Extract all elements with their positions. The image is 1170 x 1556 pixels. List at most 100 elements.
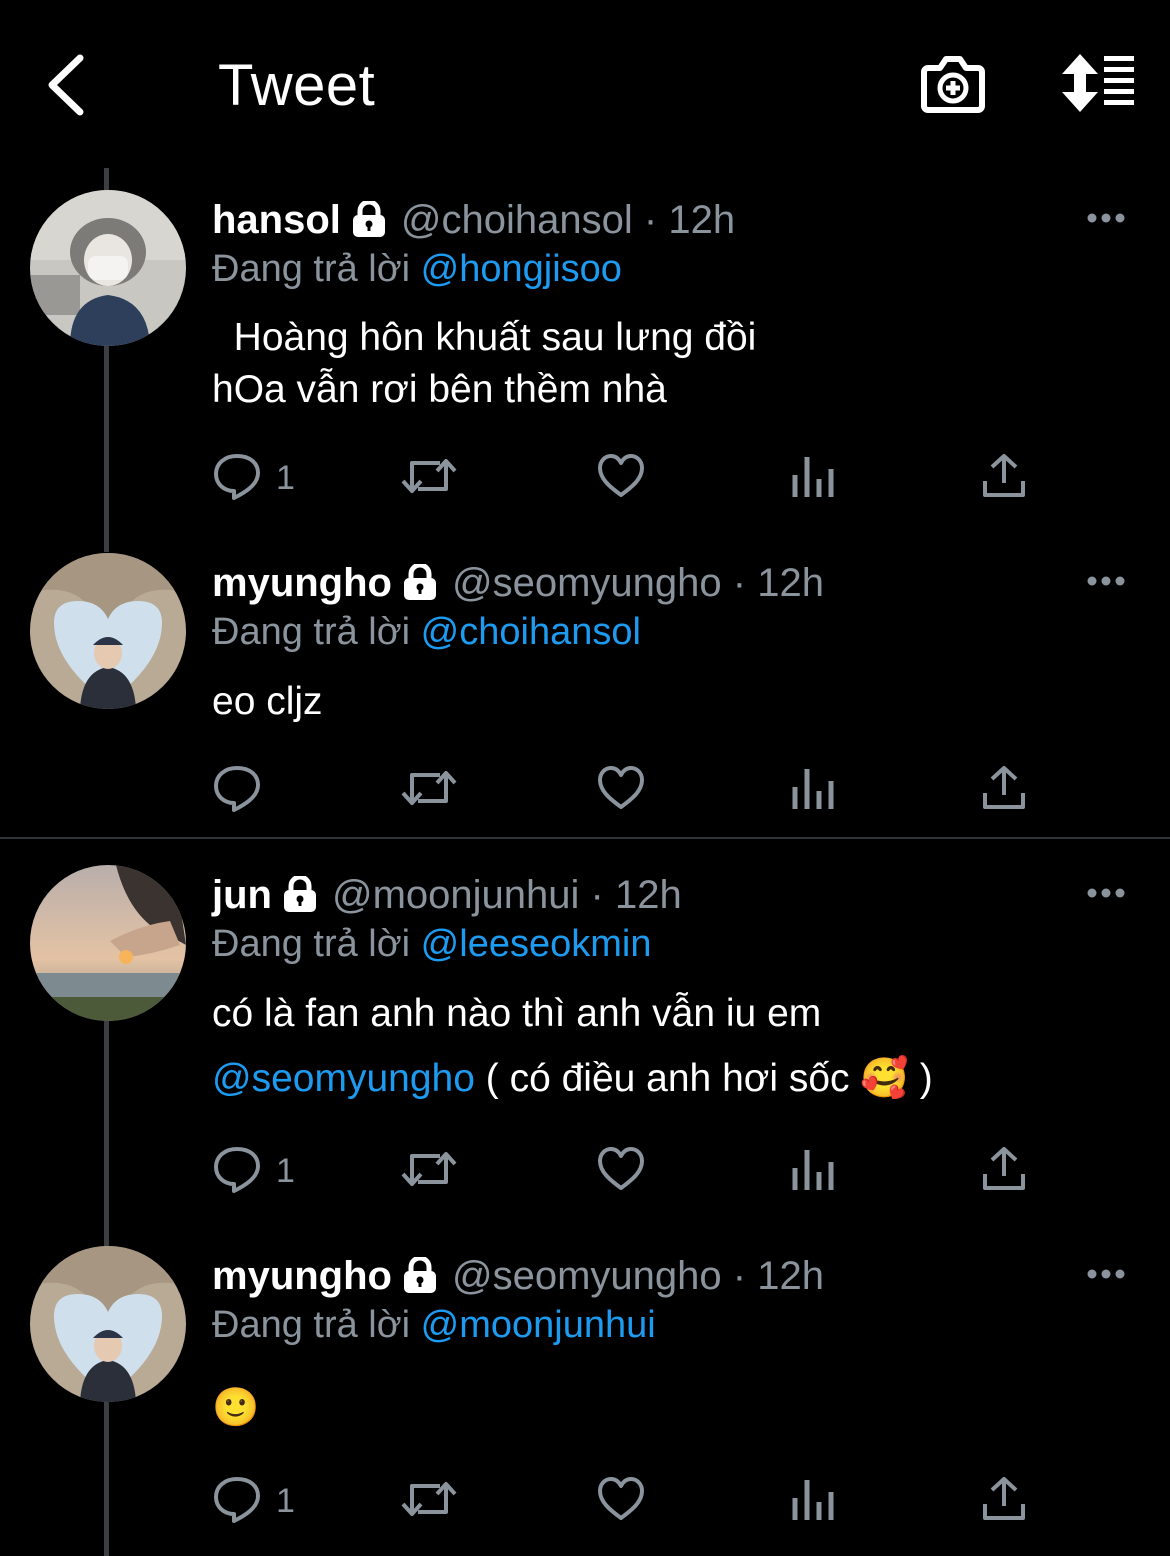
timestamp: · 12h [732,561,824,605]
analytics-icon [790,451,836,506]
retweet-button[interactable] [400,762,458,818]
analytics-button[interactable] [790,450,836,506]
tweet-text-fragment: ( có điều anh hơi sốc [474,1057,861,1100]
display-name[interactable]: myungho [212,1254,392,1298]
share-button[interactable] [980,450,1028,506]
tweet-text-line: có là fan anh nào thì anh vẫn iu em [212,992,822,1035]
tweet-text: eo cljz [212,680,323,723]
share-button[interactable] [980,1143,1028,1199]
timestamp: · 12h [643,198,736,242]
reply-icon [212,1144,262,1199]
share-icon [980,763,1028,818]
reply-button[interactable]: 1 [212,450,295,506]
like-button[interactable] [596,450,646,506]
avatar[interactable] [30,1246,186,1402]
share-icon [980,451,1028,506]
reply-button[interactable] [212,762,276,818]
display-name[interactable]: jun [212,873,272,917]
tweet-text: Hoàng hôn khuất sau lưng đồi hOa vẫn rơi … [212,312,756,416]
camera-add-icon[interactable] [920,52,986,114]
action-bar: 1 [212,450,1052,506]
more-icon[interactable] [1086,1267,1126,1279]
retweet-icon [400,451,458,506]
like-button[interactable] [596,1143,646,1199]
tweet-text-line: Hoàng hôn khuất sau lưng đồi [212,316,757,359]
action-bar [212,762,1052,818]
reply-mention[interactable]: @moonjunhui [421,1304,656,1346]
more-icon[interactable] [1086,886,1126,898]
thread-line [104,1402,109,1556]
reply-prefix: Đang trả lời [212,923,411,965]
more-icon[interactable] [1086,211,1126,223]
reply-count: 1 [276,1151,295,1190]
analytics-button[interactable] [790,762,836,818]
display-name[interactable]: myungho [212,561,392,605]
retweet-icon [400,1144,458,1199]
more-icon[interactable] [1086,574,1126,586]
share-button[interactable] [980,762,1028,818]
reply-button[interactable]: 1 [212,1473,295,1529]
reply-icon [212,763,262,818]
emoji: 🙂 [212,1387,260,1429]
reply-mention[interactable]: @choihansol [421,611,641,653]
like-button[interactable] [596,762,646,818]
user-handle[interactable]: @moonjunhui [332,873,579,917]
retweet-icon [400,763,458,818]
retweet-button[interactable] [400,1143,458,1199]
like-icon [596,1474,646,1529]
tweet-text-line: @seomyungho ( có điều anh hơi sốc 🥰 ) [212,1053,933,1105]
page-title: Tweet [218,53,376,118]
thread-line [104,1021,109,1247]
like-icon [596,1144,646,1199]
action-bar: 1 [212,1473,1052,1529]
avatar[interactable] [30,190,186,346]
top-bar: Tweet [0,0,1170,170]
reply-prefix: Đang trả lời [212,1304,411,1346]
like-icon [596,451,646,506]
tweet-text-line: hOa vẫn rơi bên thềm nhà [212,368,667,411]
tweet-text-fragment: ) [908,1057,933,1100]
thread-line [104,346,109,552]
lock-icon [349,199,389,248]
user-handle[interactable]: @choihansol [401,198,633,242]
analytics-button[interactable] [790,1473,836,1529]
like-icon [596,763,646,818]
reply-icon [212,451,262,506]
emoji: 🥰 [860,1057,909,1100]
display-name[interactable]: hansol [212,198,341,242]
analytics-icon [790,1144,836,1199]
analytics-icon [790,1474,836,1529]
reply-count: 1 [276,458,295,497]
lock-icon [400,1255,440,1304]
back-icon[interactable] [40,50,100,120]
lock-icon [280,874,320,923]
reply-prefix: Đang trả lời [212,248,411,290]
retweet-button[interactable] [400,450,458,506]
user-handle[interactable]: @seomyungho [452,1254,722,1298]
retweet-icon [400,1474,458,1529]
user-handle[interactable]: @seomyungho [452,561,722,605]
divider [0,837,1170,839]
reply-count: 1 [276,1481,295,1520]
analytics-icon [790,763,836,818]
lock-icon [400,562,440,611]
reply-mention[interactable]: @leeseokmin [421,923,652,965]
timestamp: · 12h [590,873,682,917]
share-icon [980,1144,1028,1199]
avatar[interactable] [30,865,186,1021]
reply-prefix: Đang trả lời [212,611,411,653]
reply-mention[interactable]: @hongjisoo [421,248,622,290]
text-mention[interactable]: @seomyungho [212,1057,475,1100]
timestamp: · 12h [732,1254,824,1298]
share-icon [980,1474,1028,1529]
action-bar: 1 [212,1143,1052,1199]
analytics-button[interactable] [790,1143,836,1199]
avatar[interactable] [30,553,186,709]
thread-line [104,168,109,190]
retweet-button[interactable] [400,1473,458,1529]
reply-button[interactable]: 1 [212,1143,295,1199]
sort-icon[interactable] [1058,52,1136,114]
reply-icon [212,1474,262,1529]
share-button[interactable] [980,1473,1028,1529]
like-button[interactable] [596,1473,646,1529]
